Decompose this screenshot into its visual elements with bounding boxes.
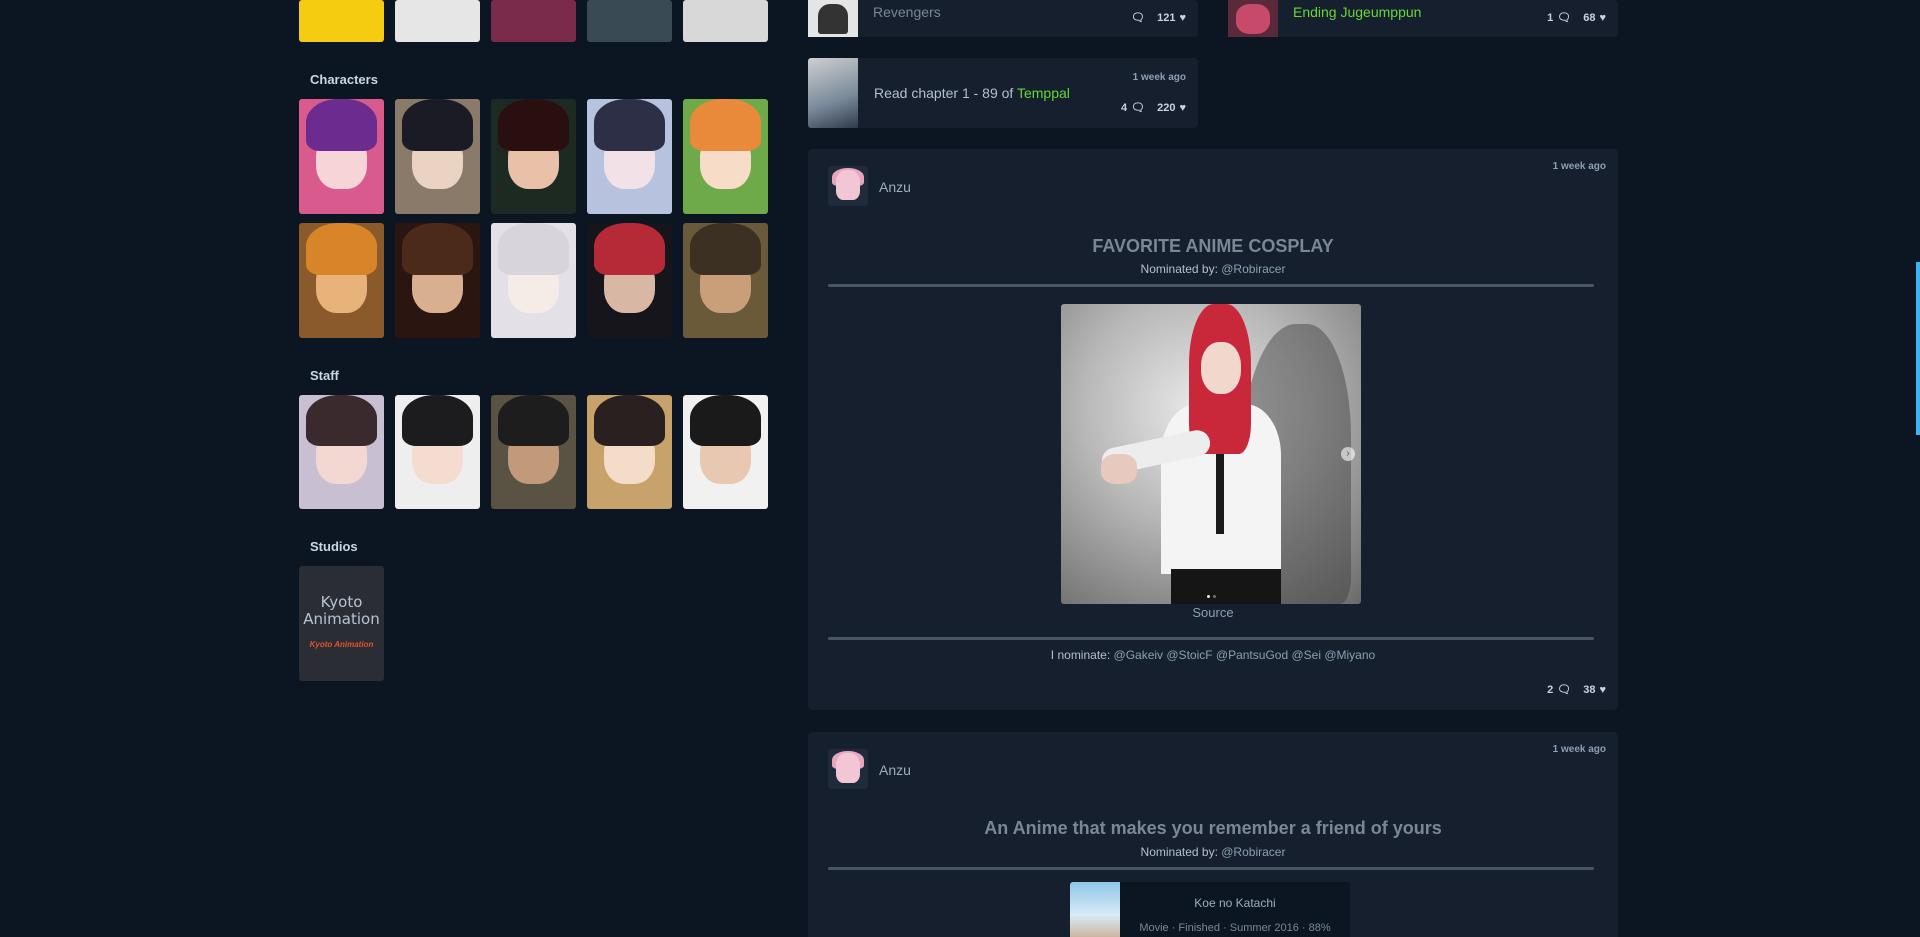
studios-heading: Studios [310, 539, 358, 554]
nominated-label: Nominated by: [1140, 262, 1218, 276]
nominated-by: Nominated by: @Robiracer [808, 262, 1618, 276]
activity-stats: 1 🗨 68 ♥ [1547, 11, 1606, 25]
activity-post-cosplay[interactable]: Anzu 1 week ago FAVORITE ANIME COSPLAY N… [808, 149, 1618, 710]
activity-text: Revengers [873, 4, 941, 20]
character-thumbnail[interactable] [491, 223, 576, 338]
like-count[interactable]: 220 ♥ [1157, 102, 1186, 114]
media-thumbnail[interactable] [491, 0, 576, 42]
comment-count[interactable]: 2 🗨 [1547, 683, 1572, 697]
comment-count-value: 2 [1547, 683, 1554, 696]
comment-count[interactable]: 4 🗨 [1121, 101, 1146, 115]
like-count-value: 220 [1157, 101, 1176, 114]
comments-icon: 🗨 [1557, 12, 1572, 24]
activity-card-partial-right[interactable]: Ending Jugeumppun 1 🗨 68 ♥ [1228, 0, 1618, 37]
activity-card-manga[interactable]: 1 week ago Read chapter 1 - 89 of Temppa… [808, 58, 1198, 128]
like-count-value: 68 [1583, 11, 1596, 24]
nominate-label: I nominate: [1050, 648, 1111, 662]
media-thumbnail[interactable] [587, 0, 672, 42]
carousel-dots [1207, 595, 1216, 598]
nominated-by: Nominated by: @Robiracer [808, 845, 1618, 859]
comment-count[interactable]: 1 🗨 [1547, 11, 1572, 25]
character-thumbnail[interactable] [683, 99, 768, 214]
activity-media-link[interactable]: Ending Jugeumppun [1293, 4, 1421, 20]
avatar[interactable] [828, 749, 868, 789]
character-thumbnail[interactable] [395, 223, 480, 338]
divider [828, 637, 1594, 640]
post-title: An Anime that makes you remember a frien… [984, 818, 1442, 838]
studio-card[interactable]: Kyoto Animation Kyoto Animation [299, 566, 384, 681]
staff-thumbnail[interactable] [587, 395, 672, 509]
nominated-label: Nominated by: [1140, 845, 1218, 859]
nominated-user-link[interactable]: @Robiracer [1221, 845, 1285, 859]
like-count[interactable]: 38 ♥ [1583, 684, 1606, 696]
like-count[interactable]: 68 ♥ [1583, 12, 1606, 24]
activity-post-friend-anime[interactable]: Anzu 1 week ago An Anime that makes you … [808, 732, 1618, 937]
character-thumbnail[interactable] [491, 99, 576, 214]
media-thumbnail[interactable] [683, 0, 768, 42]
comment-count-value: 1 [1547, 11, 1554, 24]
media-cover[interactable] [1228, 0, 1278, 37]
studio-logo-text: Kyoto Animation [309, 640, 374, 649]
like-count-value: 38 [1583, 683, 1596, 696]
divider [828, 284, 1594, 287]
character-thumbnail[interactable] [299, 223, 384, 338]
activity-time: 1 week ago [1132, 72, 1186, 83]
nominated-user-link[interactable]: @Robiracer [1221, 262, 1285, 276]
scroll-indicator[interactable] [1916, 262, 1920, 435]
media-embed-card[interactable]: Koe no Katachi Movie · Finished · Summer… [1070, 882, 1350, 937]
media-cover[interactable] [808, 58, 858, 128]
staff-thumbnail[interactable] [299, 395, 384, 509]
character-thumbnail[interactable] [587, 99, 672, 214]
heart-icon: ♥ [1179, 11, 1186, 24]
staff-heading: Staff [310, 368, 339, 383]
character-thumbnail[interactable] [299, 99, 384, 214]
character-thumbnail[interactable] [395, 99, 480, 214]
comments-icon: 🗨 [1557, 684, 1572, 696]
heart-icon: ♥ [1599, 683, 1606, 696]
media-cover[interactable] [1070, 882, 1120, 937]
staff-thumbnail[interactable] [395, 395, 480, 509]
activity-card-partial-left[interactable]: Revengers 🗨 121 ♥ [808, 0, 1198, 37]
post-stats: 2 🗨 38 ♥ [1547, 683, 1606, 697]
studio-logo: Kyoto Animation [299, 640, 384, 649]
comment-count[interactable]: 🗨 [1131, 11, 1145, 24]
activity-stats: 🗨 121 ♥ [1131, 11, 1186, 25]
source-link[interactable]: Source [808, 605, 1618, 620]
post-time: 1 week ago [1552, 161, 1606, 172]
character-thumbnail[interactable] [587, 223, 672, 338]
staff-thumbnail[interactable] [683, 395, 768, 509]
activity-prefix: Read chapter 1 - 89 of [874, 85, 1014, 101]
media-meta: Movie · Finished · Summer 2016 · 88% [1139, 922, 1331, 934]
avatar[interactable] [828, 166, 868, 206]
characters-heading: Characters [310, 72, 378, 87]
character-thumbnail[interactable] [683, 223, 768, 338]
activity-stats: 4 🗨 220 ♥ [1121, 101, 1186, 115]
heart-icon: ♥ [1179, 101, 1186, 114]
studio-name: Kyoto Animation [303, 593, 380, 628]
nominate-list: I nominate: @Gakeiv @StoicF @PantsuGod @… [808, 648, 1618, 662]
activity-media-link[interactable]: Temppal [1017, 85, 1070, 101]
staff-thumbnail[interactable] [491, 395, 576, 509]
post-time: 1 week ago [1552, 744, 1606, 755]
divider [828, 867, 1594, 870]
comment-count-value: 4 [1121, 101, 1128, 114]
media-thumbnail[interactable] [395, 0, 480, 42]
chevron-right-icon[interactable]: › [1341, 447, 1355, 461]
comments-icon: 🗨 [1131, 12, 1146, 24]
comments-icon: 🗨 [1131, 102, 1146, 114]
media-thumbnail[interactable] [299, 0, 384, 42]
media-title[interactable]: Koe no Katachi [1120, 896, 1350, 910]
post-username[interactable]: Anzu [879, 762, 911, 778]
post-username[interactable]: Anzu [879, 179, 911, 195]
like-count-value: 121 [1157, 11, 1176, 24]
nominate-users[interactable]: @Gakeiv @StoicF @PantsuGod @Sei @Miyano [1114, 648, 1376, 662]
cosplay-image[interactable]: › [1061, 304, 1361, 604]
like-count[interactable]: 121 ♥ [1157, 12, 1186, 24]
post-title: FAVORITE ANIME COSPLAY [1092, 236, 1334, 256]
activity-text: Read chapter 1 - 89 of Temppal [874, 85, 1070, 101]
heart-icon: ♥ [1599, 11, 1606, 24]
media-cover[interactable] [808, 0, 858, 37]
